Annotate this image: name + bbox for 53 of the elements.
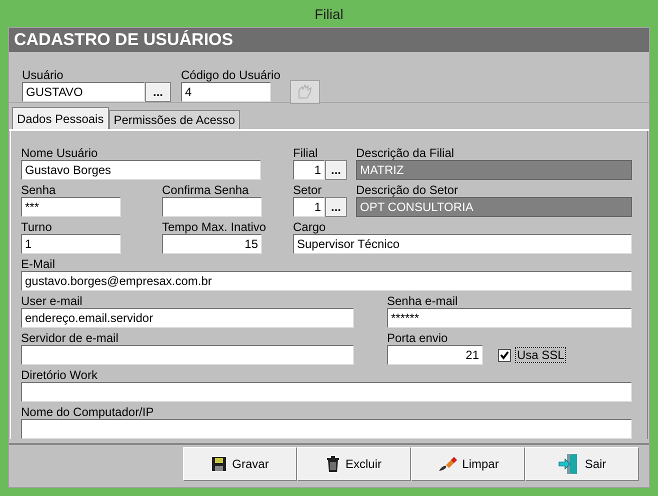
clear-button[interactable]: Limpar — [411, 447, 525, 481]
text-field[interactable]: gustavo.borges@empresax.com.br — [21, 271, 632, 291]
text-field[interactable] — [21, 345, 354, 365]
field-label: Turno — [21, 220, 53, 234]
text-field[interactable]: 1 — [21, 234, 121, 254]
trash-can-icon — [326, 455, 340, 473]
field-label: Descrição do Setor — [356, 183, 460, 197]
checkbox[interactable] — [498, 348, 511, 362]
field-label: Código do Usuário — [181, 68, 280, 82]
hand-icon — [296, 84, 314, 100]
text-field[interactable] — [162, 197, 262, 217]
code-field[interactable]: 1 — [293, 160, 325, 180]
field-label: Servidor de e-mail — [21, 331, 120, 345]
field-label: Nome Usuário — [21, 146, 99, 160]
tab[interactable]: Dados Pessoais — [12, 107, 109, 129]
text-field[interactable]: 15 — [162, 234, 262, 254]
code-field[interactable]: 1 — [293, 197, 325, 217]
text-field[interactable]: 21 — [387, 345, 483, 365]
field-label: Senha e-mail — [387, 294, 459, 308]
user-field[interactable]: GUSTAVO — [22, 82, 145, 102]
field-label: Setor — [293, 183, 323, 197]
window-title: Filial — [314, 6, 344, 22]
tab[interactable]: Permissões de Acesso — [108, 110, 240, 129]
readonly-field: OPT CONSULTORIA — [356, 197, 632, 217]
field-label: Senha — [21, 183, 57, 197]
save-button[interactable]: Gravar — [183, 447, 297, 481]
field-label: Confirma Senha — [162, 183, 250, 197]
text-field[interactable]: Supervisor Técnico — [293, 234, 632, 254]
lookup-button[interactable]: ... — [325, 197, 347, 217]
text-field[interactable]: ****** — [387, 308, 632, 328]
lookup-button[interactable]: ... — [145, 82, 171, 102]
readonly-field: MATRIZ — [356, 160, 632, 180]
text-field[interactable]: endereço.email.servidor — [21, 308, 354, 328]
field-label: Descrição da Filial — [356, 146, 456, 160]
text-field[interactable]: *** — [21, 197, 121, 217]
field-label: Cargo — [293, 220, 327, 234]
field-label: Diretório Work — [21, 368, 98, 382]
text-field[interactable] — [21, 419, 632, 439]
door-exit-icon — [558, 453, 580, 475]
page-header: CADASTRO DE USUÁRIOS — [9, 28, 649, 52]
field-label: Usuário — [22, 68, 64, 82]
field-label: Filial — [293, 146, 319, 160]
text-field[interactable] — [21, 382, 632, 402]
delete-button[interactable]: Excluir — [297, 447, 411, 481]
field-label: User e-mail — [21, 294, 84, 308]
eraser-icon — [437, 455, 458, 473]
text-field[interactable]: Gustavo Borges — [21, 160, 261, 180]
exit-button[interactable]: Sair — [525, 447, 639, 481]
field-label: E-Mail — [21, 257, 56, 271]
lookup-button[interactable]: ... — [325, 160, 347, 180]
field-label: Porta envio — [387, 331, 449, 345]
checkbox-label: Usa SSL — [515, 347, 566, 363]
field-label: Nome do Computador/IP — [21, 405, 155, 419]
